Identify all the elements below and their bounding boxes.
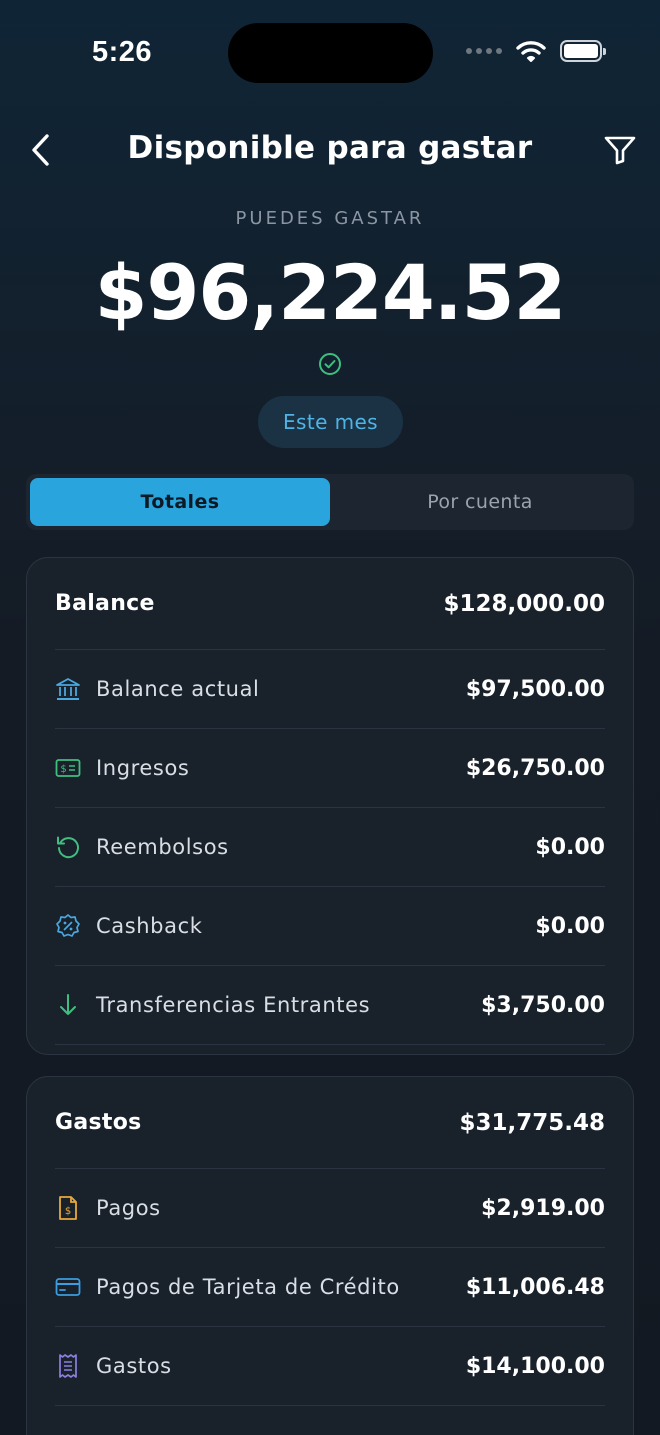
status-time: 5:26 — [92, 36, 153, 68]
row-amount: $97,500.00 — [465, 676, 605, 702]
wifi-icon — [516, 41, 546, 62]
arrow-down-icon — [55, 992, 81, 1018]
view-tabs: Totales Por cuenta — [26, 474, 634, 530]
row-amount: $11,006.48 — [465, 1274, 605, 1300]
balance-row-reembolsos[interactable]: Reembolsos $0.00 — [55, 808, 605, 887]
filter-icon — [604, 136, 636, 165]
row-amount: $0.00 — [535, 913, 605, 939]
row-label: Cashback — [96, 914, 203, 938]
gastos-total: $31,775.48 — [459, 1109, 605, 1136]
row-label: Balance actual — [96, 677, 260, 701]
gastos-row-pagos-tarjeta[interactable]: Pagos de Tarjeta de Crédito $11,006.48 — [55, 1248, 605, 1327]
balance-row-balance-actual[interactable]: Balance actual $97,500.00 — [55, 650, 605, 729]
row-amount: $14,100.00 — [465, 1353, 605, 1379]
refund-icon — [55, 834, 81, 860]
cellular-signal-icon — [466, 48, 502, 54]
balance-row-transferencias-entrantes[interactable]: Transferencias Entrantes $3,750.00 — [55, 966, 605, 1045]
bank-icon — [55, 676, 81, 702]
balance-row-ingresos[interactable]: $ Ingresos $26,750.00 — [55, 729, 605, 808]
row-label: Reembolsos — [96, 835, 229, 859]
balance-total: $128,000.00 — [443, 590, 605, 617]
balance-card: Balance $128,000.00 Balance actual $97,5… — [26, 557, 634, 1055]
row-amount: $3,750.00 — [481, 992, 605, 1018]
row-label: Ingresos — [96, 756, 190, 780]
invoice-icon: $ — [55, 1195, 81, 1221]
row-amount: $0.00 — [535, 834, 605, 860]
filter-button[interactable] — [600, 130, 640, 170]
status-icons — [466, 40, 606, 62]
check-circle-icon — [319, 353, 341, 375]
balance-title: Balance — [55, 591, 155, 616]
period-selector[interactable]: Este mes — [258, 396, 403, 448]
gastos-header: Gastos $31,775.48 — [55, 1077, 605, 1169]
balance-header: Balance $128,000.00 — [55, 558, 605, 650]
spend-label: PUEDES GASTAR — [235, 208, 425, 229]
receipt-icon — [55, 1353, 81, 1379]
gastos-card: Gastos $31,775.48 $ Pagos $2,919.00 Pago… — [26, 1076, 634, 1435]
balance-row-cashback[interactable]: Cashback $0.00 — [55, 887, 605, 966]
tab-totales[interactable]: Totales — [30, 478, 330, 526]
cashback-icon — [55, 913, 81, 939]
tab-por-cuenta[interactable]: Por cuenta — [330, 478, 630, 526]
cash-icon: $ — [55, 755, 81, 781]
battery-icon — [560, 40, 606, 62]
row-label: Pagos — [96, 1196, 161, 1220]
row-label: Gastos — [96, 1354, 172, 1378]
nav-header: Disponible para gastar — [0, 120, 660, 180]
page-title: Disponible para gastar — [127, 130, 533, 166]
svg-text:$: $ — [60, 764, 66, 775]
status-bar: 5:26 — [0, 0, 660, 100]
spend-amount: $96,224.52 — [94, 248, 567, 337]
gastos-title: Gastos — [55, 1110, 142, 1135]
gastos-row-partial — [55, 1406, 605, 1435]
row-label: Pagos de Tarjeta de Crédito — [96, 1275, 400, 1299]
gastos-row-pagos[interactable]: $ Pagos $2,919.00 — [55, 1169, 605, 1248]
dynamic-island — [228, 23, 433, 83]
gastos-row-gastos[interactable]: Gastos $14,100.00 — [55, 1327, 605, 1406]
row-amount: $26,750.00 — [465, 755, 605, 781]
screen: 5:26 Disponible para gastar PUEDES GASTA… — [0, 0, 660, 1435]
row-label: Transferencias Entrantes — [96, 993, 371, 1017]
credit-card-icon — [55, 1274, 81, 1300]
row-amount: $2,919.00 — [481, 1195, 605, 1221]
svg-text:$: $ — [65, 1206, 71, 1217]
